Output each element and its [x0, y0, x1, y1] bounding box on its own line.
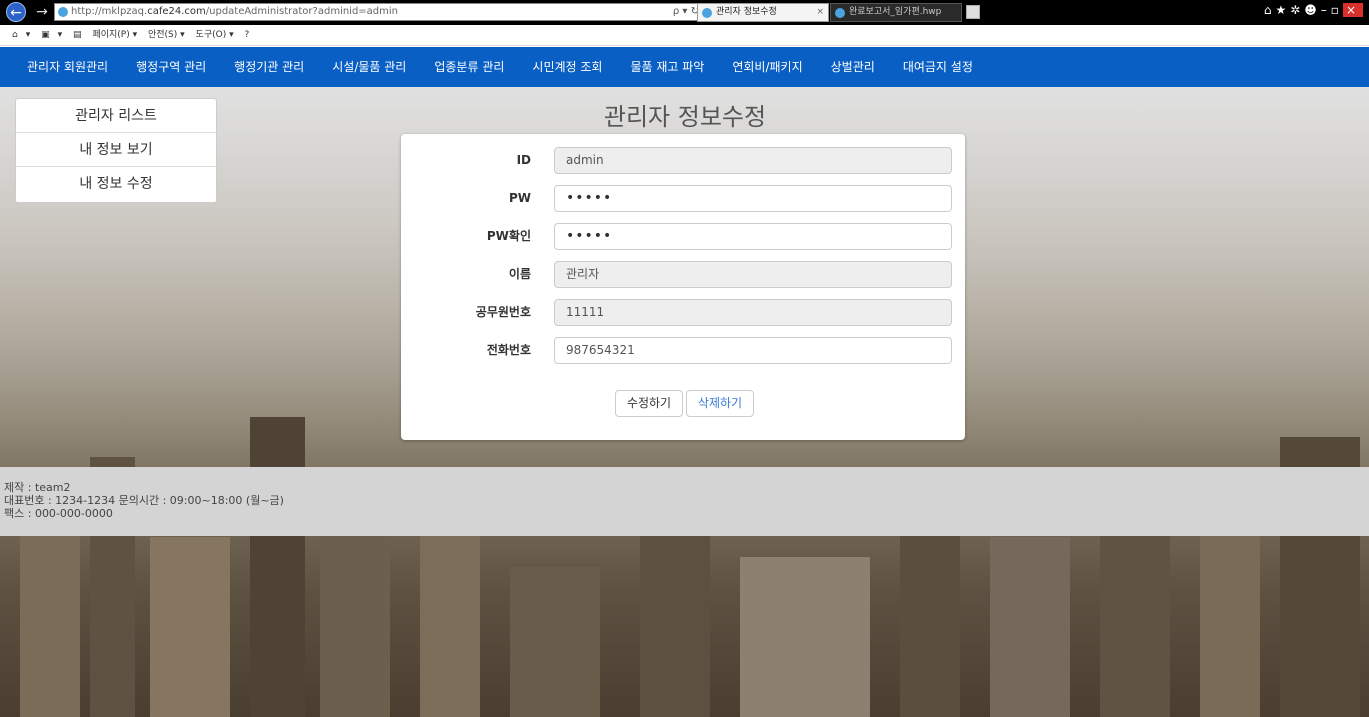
cmd-item-1[interactable]: ▾	[26, 30, 31, 40]
footer-credit: 제작 : team2	[4, 481, 71, 494]
close-icon[interactable]: ×	[1342, 3, 1363, 17]
nav-item-fees[interactable]: 연회비/패키지	[717, 47, 815, 87]
page-title: 관리자 정보수정	[603, 103, 767, 131]
delete-button[interactable]: 삭제하기	[686, 390, 754, 417]
nav-item-districts[interactable]: 행정구역 관리	[121, 47, 219, 87]
url-path: /updateAdministrator?adminid=admin	[205, 6, 399, 17]
nav-item-ban-settings[interactable]: 대여금지 설정	[888, 47, 986, 87]
form-row-phone: 전화번호 987654321	[401, 337, 965, 364]
window-controls: ⌂★✲☻–▫ ×	[1264, 3, 1363, 17]
tab-ie-icon	[835, 8, 845, 18]
nav-item-categories[interactable]: 업종분류 관리	[419, 47, 517, 87]
search-refresh-icon[interactable]: ρ ▾ ↻	[673, 4, 699, 20]
form-row-id: ID admin	[401, 147, 965, 174]
footer: 제작 : team2 대표번호 : 1234-1234 문의시간 : 09:00…	[0, 467, 1369, 536]
name-label: 이름	[508, 267, 531, 281]
feeds-icon[interactable]: ▣	[41, 30, 50, 40]
pw-confirm-field[interactable]: •••••	[554, 223, 952, 250]
cmd-page[interactable]: 페이지(P) ▾	[92, 30, 137, 40]
edit-form-panel: ID admin PW ••••• PW확인 ••••• 이름 관리자 공무원번…	[401, 134, 965, 440]
official-no-field[interactable]: 11111	[554, 299, 952, 326]
tab-active-label: 관리자 정보수정	[716, 7, 777, 17]
nav-item-agencies[interactable]: 행정기관 관리	[219, 47, 317, 87]
command-bar: ⌂ ▾ ▣ ▾ ▤ 페이지(P) ▾ 안전(S) ▾ 도구(O) ▾ ?	[0, 25, 1369, 46]
nav-item-citizens[interactable]: 시민계정 조회	[517, 47, 615, 87]
url-domain: cafe24.com	[147, 6, 206, 17]
form-row-official-no: 공무원번호 11111	[401, 299, 965, 326]
nav-item-rewards[interactable]: 상벌관리	[816, 47, 888, 87]
id-label: ID	[516, 153, 531, 167]
nav-item-facilities[interactable]: 시설/물품 관리	[317, 47, 419, 87]
phone-label: 전화번호	[486, 343, 531, 357]
minimize-icon[interactable]: –	[1321, 3, 1331, 17]
address-bar[interactable]: http://mklpzaq.cafe24.com/updateAdminist…	[54, 3, 704, 21]
print-icon[interactable]: ▤	[73, 30, 82, 40]
favorites-star-icon[interactable]: ★	[1275, 3, 1290, 17]
gear-icon[interactable]: ✲	[1290, 3, 1304, 17]
nav-item-inventory[interactable]: 물품 재고 파악	[615, 47, 717, 87]
tab-inactive-label: 완료보고서_임가편.hwp	[849, 7, 942, 17]
help-icon[interactable]: ?	[244, 30, 249, 40]
tab-favicon-icon	[702, 8, 712, 18]
cmd-tools[interactable]: 도구(O) ▾	[196, 30, 234, 40]
official-no-label: 공무원번호	[475, 305, 531, 319]
cmd-safety[interactable]: 안전(S) ▾	[148, 30, 185, 40]
sidebar-item-edit-info[interactable]: 내 정보 수정	[16, 167, 216, 201]
sidebar-item-my-info[interactable]: 내 정보 보기	[16, 133, 216, 167]
new-tab-icon[interactable]	[966, 5, 980, 19]
name-field[interactable]: 관리자	[554, 261, 952, 288]
home-icon[interactable]: ⌂	[1264, 3, 1276, 17]
pw-confirm-label: PW확인	[486, 229, 531, 243]
nav-item-admin-members[interactable]: 관리자 회원관리	[12, 47, 121, 87]
tab-active[interactable]: 관리자 정보수정 ×	[697, 3, 829, 22]
form-row-name: 이름 관리자	[401, 261, 965, 288]
footer-fax: 팩스 : 000-000-0000	[4, 507, 113, 520]
url-prefix: http://mklpzaq.	[71, 6, 148, 17]
smiley-icon[interactable]: ☻	[1304, 3, 1321, 17]
pw-label: PW	[508, 191, 531, 205]
site-favicon-icon	[58, 7, 68, 17]
form-row-pw: PW •••••	[401, 185, 965, 212]
back-arrow-icon[interactable]: ←	[6, 2, 26, 22]
tab-inactive[interactable]: 완료보고서_임가편.hwp	[830, 3, 962, 22]
tab-close-icon[interactable]: ×	[816, 4, 824, 21]
edit-button[interactable]: 수정하기	[615, 390, 683, 417]
cmd-item-2[interactable]: ▾	[58, 30, 63, 40]
id-field[interactable]: admin	[554, 147, 952, 174]
maximize-icon[interactable]: ▫	[1331, 3, 1343, 17]
pw-field[interactable]: •••••	[554, 185, 952, 212]
phone-field[interactable]: 987654321	[554, 337, 952, 364]
main-nav: 관리자 회원관리 행정구역 관리 행정기관 관리 시설/물품 관리 업종분류 관…	[0, 47, 1369, 87]
footer-contact: 대표번호 : 1234-1234 문의시간 : 09:00~18:00 (월~금…	[4, 494, 284, 507]
sidebar: 관리자 리스트 내 정보 보기 내 정보 수정	[15, 98, 217, 203]
sidebar-item-admin-list[interactable]: 관리자 리스트	[16, 99, 216, 133]
forward-arrow-icon[interactable]: →	[32, 2, 52, 22]
home-menu-icon[interactable]: ⌂	[12, 30, 18, 40]
browser-titlebar: ← → http://mklpzaq.cafe24.com/updateAdmi…	[0, 0, 1369, 25]
form-row-pw-confirm: PW확인 •••••	[401, 223, 965, 250]
